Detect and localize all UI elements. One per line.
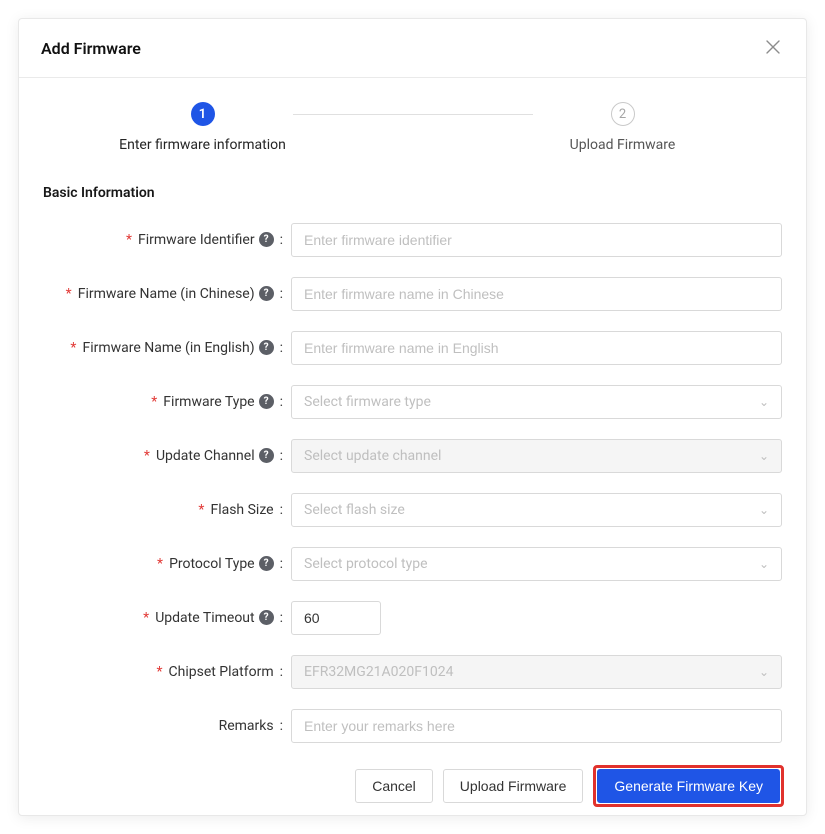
help-icon[interactable]: ? [259, 556, 274, 571]
chevron-down-icon: ⌄ [759, 557, 769, 571]
chevron-down-icon: ⌄ [759, 395, 769, 409]
protocol-type-select[interactable]: Select protocol type ⌄ [291, 547, 782, 581]
row-firmware-identifier: * Firmware Identifier ? : [43, 223, 782, 257]
firmware-name-en-input[interactable] [291, 331, 782, 365]
add-firmware-modal: Add Firmware 1 Enter firmware informatio… [18, 18, 807, 816]
label-firmware-name-cn: * Firmware Name (in Chinese) ? : [43, 286, 291, 302]
chevron-down-icon: ⌄ [759, 449, 769, 463]
step-1: 1 Enter firmware information [113, 102, 293, 155]
required-marker: * [151, 394, 157, 410]
step-connector [293, 114, 533, 115]
row-flash-size: * Flash Size : Select flash size ⌄ [43, 493, 782, 527]
close-icon [766, 40, 780, 54]
row-update-timeout: * Update Timeout ? : [43, 601, 782, 635]
modal-title: Add Firmware [41, 39, 141, 58]
label-update-channel: * Update Channel ? : [43, 448, 291, 464]
remarks-input[interactable] [291, 709, 782, 743]
required-marker: * [157, 556, 163, 572]
row-protocol-type: * Protocol Type ? : Select protocol type… [43, 547, 782, 581]
required-marker: * [70, 340, 76, 356]
required-marker: * [198, 502, 204, 518]
section-title-basic: Basic Information [43, 185, 782, 201]
row-update-channel: * Update Channel ? : Select update chann… [43, 439, 782, 473]
label-protocol-type: * Protocol Type ? : [43, 556, 291, 572]
required-marker: * [66, 286, 72, 302]
chipset-platform-value: EFR32MG21A020F1024 [304, 664, 454, 680]
required-marker: * [126, 232, 132, 248]
row-chipset-platform: * Chipset Platform : EFR32MG21A020F1024 … [43, 655, 782, 689]
close-button[interactable] [762, 35, 784, 61]
step-2-number: 2 [611, 102, 635, 126]
required-marker: * [156, 664, 162, 680]
row-firmware-name-en: * Firmware Name (in English) ? : [43, 331, 782, 365]
label-firmware-identifier: * Firmware Identifier ? : [43, 232, 291, 248]
label-firmware-type: * Firmware Type ? : [43, 394, 291, 410]
help-icon[interactable]: ? [259, 610, 274, 625]
stepper: 1 Enter firmware information 2 Upload Fi… [113, 102, 713, 155]
required-marker: * [143, 610, 149, 626]
modal-header: Add Firmware [19, 19, 806, 78]
step-1-label: Enter firmware information [119, 136, 286, 155]
step-1-number: 1 [191, 102, 215, 126]
modal-footer: Cancel Upload Firmware Generate Firmware… [19, 759, 806, 815]
update-channel-select: Select update channel ⌄ [291, 439, 782, 473]
chevron-down-icon: ⌄ [759, 665, 769, 679]
required-marker: * [144, 448, 150, 464]
label-chipset-platform: * Chipset Platform : [43, 664, 291, 680]
row-firmware-name-cn: * Firmware Name (in Chinese) ? : [43, 277, 782, 311]
modal-body: 1 Enter firmware information 2 Upload Fi… [19, 78, 806, 759]
row-remarks: Remarks : [43, 709, 782, 743]
firmware-type-select[interactable]: Select firmware type ⌄ [291, 385, 782, 419]
flash-size-select[interactable]: Select flash size ⌄ [291, 493, 782, 527]
help-icon[interactable]: ? [259, 340, 274, 355]
step-2-label: Upload Firmware [570, 136, 676, 155]
label-flash-size: * Flash Size : [43, 502, 291, 518]
label-remarks: Remarks : [43, 718, 291, 734]
help-icon[interactable]: ? [259, 394, 274, 409]
chipset-platform-select: EFR32MG21A020F1024 ⌄ [291, 655, 782, 689]
help-icon[interactable]: ? [259, 448, 274, 463]
help-icon[interactable]: ? [259, 232, 274, 247]
label-firmware-name-en: * Firmware Name (in English) ? : [43, 340, 291, 356]
row-firmware-type: * Firmware Type ? : Select firmware type… [43, 385, 782, 419]
label-update-timeout: * Update Timeout ? : [43, 610, 291, 626]
firmware-identifier-input[interactable] [291, 223, 782, 257]
help-icon[interactable]: ? [259, 286, 274, 301]
update-timeout-input[interactable] [291, 601, 381, 635]
firmware-name-cn-input[interactable] [291, 277, 782, 311]
step-2: 2 Upload Firmware [533, 102, 713, 155]
chevron-down-icon: ⌄ [759, 503, 769, 517]
